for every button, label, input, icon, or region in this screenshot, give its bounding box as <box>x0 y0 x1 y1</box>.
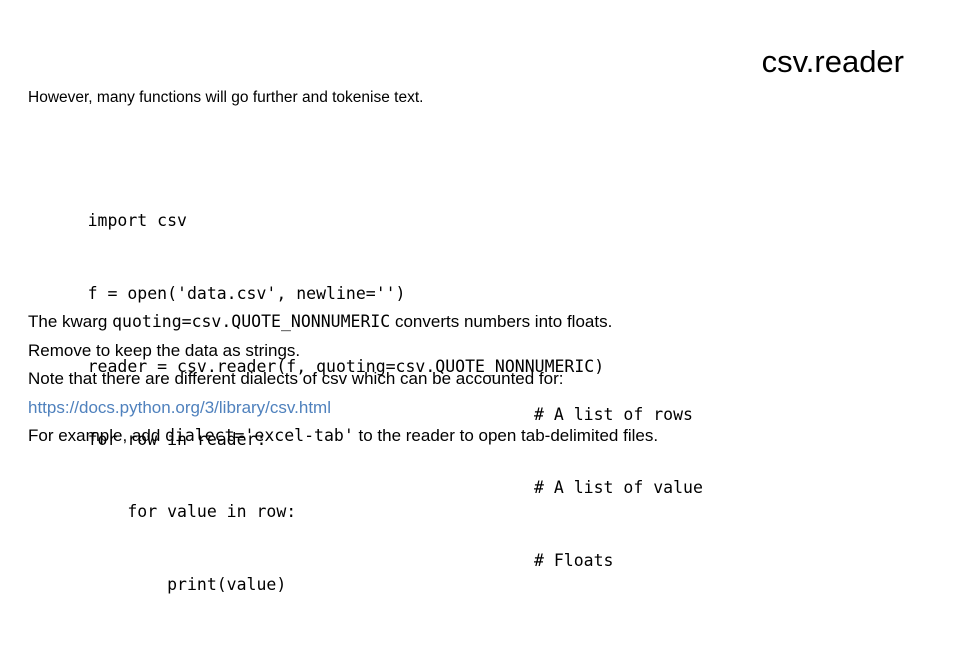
body-line-example: For example, add dialect='excel-tab' to … <box>28 422 938 451</box>
body-line-remove: Remove to keep the data as strings. <box>28 340 301 360</box>
inline-code-dialect: dialect='excel-tab' <box>165 426 354 446</box>
body-text: to the reader to open tab-delimited file… <box>353 426 659 446</box>
code-line: print(value) # Floats <box>28 549 613 594</box>
body-block: The kwarg quoting=csv.QUOTE_NONNUMERIC c… <box>28 308 938 451</box>
code-line: f = open('data.csv', newline='') <box>28 257 604 303</box>
slide-canvas: csv.reader However, many functions will … <box>0 0 960 594</box>
body-text: converts numbers into floats. <box>390 312 613 331</box>
code-comment: # Floats <box>534 551 614 571</box>
code-line: for value in row: # A list of value <box>28 476 703 521</box>
code-text: print(value) <box>87 575 287 595</box>
body-line-dialects: Note that there are different dialects o… <box>28 369 564 389</box>
inline-code-quoting: quoting=csv.QUOTE_NONNUMERIC <box>112 312 391 331</box>
code-line: import csv <box>28 185 604 230</box>
body-text: For example, add <box>28 426 166 446</box>
code-text: f = open('data.csv', newline='') <box>87 283 406 303</box>
docs-link[interactable]: https://docs.python.org/3/library/csv.ht… <box>28 394 938 423</box>
body-text: The kwarg <box>28 312 113 331</box>
page-title: csv.reader <box>761 44 904 79</box>
code-text: for value in row: <box>87 502 297 522</box>
intro-text: However, many functions will go further … <box>28 89 424 106</box>
code-text: import csv <box>87 210 187 230</box>
body-line-kwarg: The kwarg quoting=csv.QUOTE_NONNUMERIC c… <box>28 308 938 337</box>
code-comment: # A list of value <box>534 478 703 498</box>
